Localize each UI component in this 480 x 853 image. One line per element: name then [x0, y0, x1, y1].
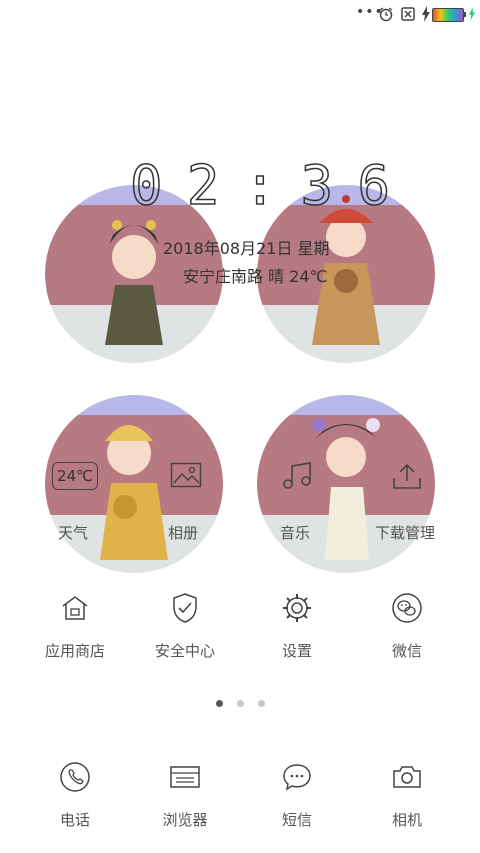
- music-widget[interactable]: [282, 462, 314, 494]
- image-icon: [170, 462, 202, 492]
- message-icon: [277, 757, 317, 797]
- phone-icon: [55, 757, 95, 797]
- clock-hour-ones: 2: [186, 154, 220, 217]
- download-label: 下载管理: [375, 524, 436, 542]
- location-weather: 安宁庄南路 晴 24℃: [183, 267, 328, 286]
- wechat-icon: [387, 588, 427, 628]
- gallery-widget[interactable]: [170, 462, 202, 492]
- weather-badge-icon: 24℃: [52, 462, 98, 490]
- page-dot-3[interactable]: [257, 700, 265, 707]
- app-store-button[interactable]: 应用商店: [30, 588, 120, 661]
- clock-minute-ones: 6: [357, 154, 391, 217]
- charging-bolt-icon: [421, 6, 431, 26]
- music-note-icon: [282, 462, 314, 494]
- page-dot-2[interactable]: [236, 700, 244, 707]
- dock-label: 浏览器: [162, 811, 208, 829]
- camera-button[interactable]: 相机: [362, 757, 452, 830]
- upload-icon: [392, 463, 422, 494]
- app-label: 应用商店: [44, 642, 105, 660]
- weather-label: 天气: [58, 524, 89, 542]
- app-label: 安全中心: [154, 642, 215, 660]
- dock-label: 相机: [391, 811, 422, 829]
- gear-icon: [277, 588, 317, 628]
- browser-icon: [165, 757, 205, 797]
- clock-separator: :: [243, 154, 277, 217]
- messages-button[interactable]: 短信: [252, 757, 342, 830]
- no-sim-icon: [400, 6, 416, 26]
- clock-hour-tens: 0: [129, 154, 163, 217]
- download-widget[interactable]: [392, 462, 422, 494]
- wechat-button[interactable]: 微信: [362, 588, 452, 661]
- gallery-label: 相册: [168, 524, 199, 542]
- browser-button[interactable]: 浏览器: [140, 757, 230, 830]
- store-icon: [55, 588, 95, 628]
- app-label: 微信: [391, 642, 422, 660]
- security-center-button[interactable]: 安全中心: [140, 588, 230, 661]
- battery-icon: [432, 8, 464, 22]
- alarm-icon: [378, 6, 394, 26]
- camera-icon: [387, 757, 427, 797]
- page-indicator[interactable]: [0, 700, 480, 707]
- date-line: 2018年08月21日 星期: [163, 239, 330, 258]
- settings-button[interactable]: 设置: [252, 588, 342, 661]
- page-dot-1[interactable]: [215, 700, 223, 707]
- status-bar: •••: [0, 0, 480, 26]
- dock-label: 电话: [59, 811, 90, 829]
- app-label: 设置: [281, 642, 312, 660]
- digital-clock[interactable]: 0 2 : 3 6: [129, 154, 391, 217]
- dock-label: 短信: [281, 811, 312, 829]
- shield-check-icon: [165, 588, 205, 628]
- music-label: 音乐: [280, 524, 311, 542]
- weather-widget[interactable]: 24℃: [52, 462, 98, 490]
- phone-button[interactable]: 电话: [30, 757, 120, 830]
- clock-minute-tens: 3: [300, 154, 334, 217]
- battery-tip: [464, 12, 466, 17]
- charging-green-icon: [468, 6, 476, 26]
